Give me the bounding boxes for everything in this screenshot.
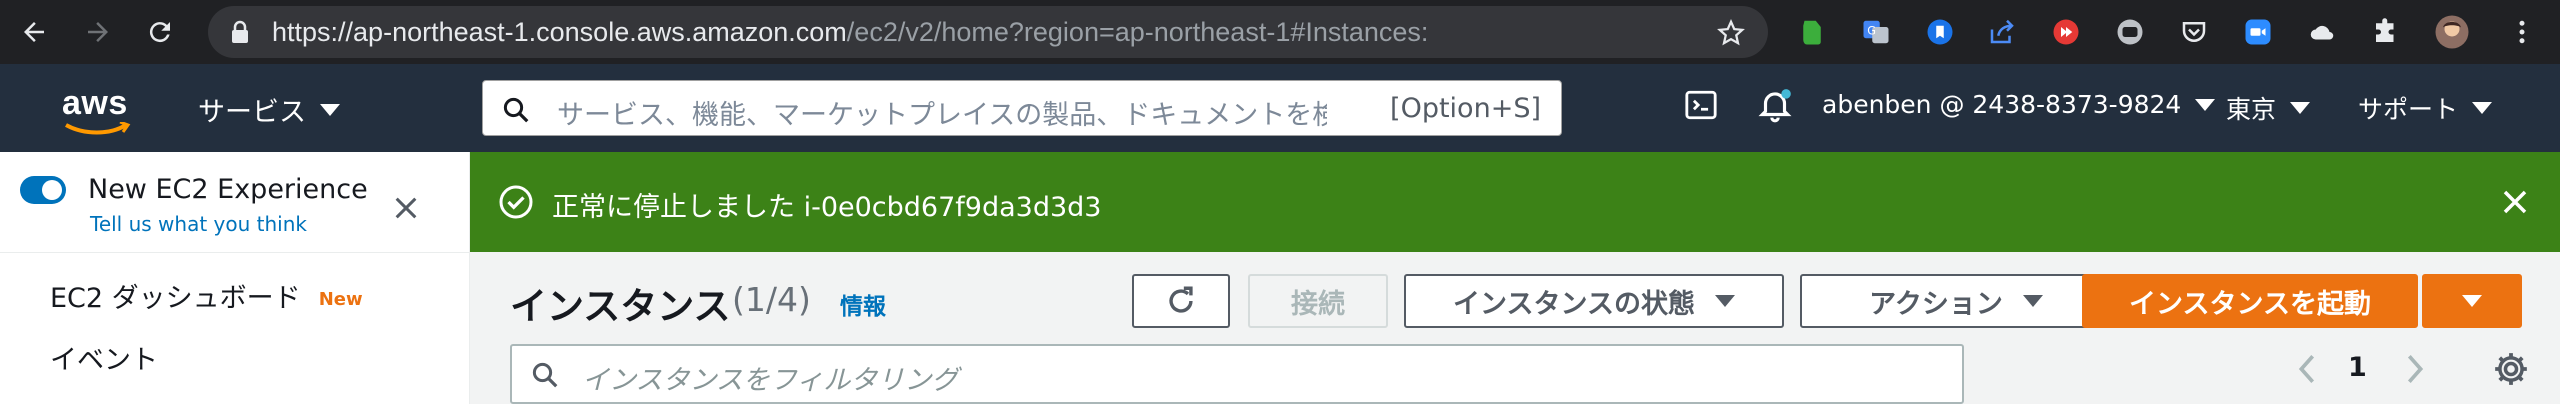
new-experience-toggle[interactable] <box>20 176 66 204</box>
launch-instance-label: インスタンスを起動 <box>2129 288 2371 320</box>
instance-filter-input[interactable]: インスタンスをフィルタリング <box>510 344 1964 404</box>
launch-options-dropdown[interactable] <box>2422 274 2522 328</box>
filter-placeholder: インスタンスをフィルタリング <box>582 365 959 396</box>
launch-instance-button[interactable]: インスタンスを起動 <box>2082 274 2418 328</box>
console-search[interactable]: サービス、機能、マーケットプレイスの製品、ドキュメントを検索 [Option+S… <box>482 80 1562 136</box>
search-icon <box>530 360 560 394</box>
toggle-knob <box>42 180 62 200</box>
search-icon <box>501 95 531 129</box>
caret-down-icon <box>2022 295 2043 307</box>
profile-avatar-icon[interactable] <box>2434 14 2470 50</box>
bookmark-extension-icon[interactable] <box>1922 14 1958 50</box>
settings-gear-icon[interactable] <box>2492 350 2530 395</box>
new-badge: New <box>318 289 363 310</box>
region-label: 東京 <box>2226 95 2277 124</box>
back-icon[interactable] <box>16 14 52 50</box>
zoom-extension-icon[interactable] <box>2240 14 2276 50</box>
sidebar-item-label: EC2 ダッシュボード <box>50 283 301 314</box>
actions-button[interactable]: アクション <box>1800 274 2112 328</box>
caret-down-icon <box>320 103 340 116</box>
account-menu[interactable]: abenben @ 2438-8373-9824 <box>1822 90 2216 119</box>
success-check-icon <box>498 184 534 224</box>
feedback-link[interactable]: Tell us what you think <box>90 212 307 236</box>
browser-toolbar: https://ap-northeast-1.console.aws.amazo… <box>0 0 2560 64</box>
video-extension-icon[interactable] <box>2048 14 2084 50</box>
caret-down-icon <box>2462 295 2482 307</box>
cloudshell-icon[interactable] <box>1684 88 1718 122</box>
translate-icon[interactable]: G <box>1858 14 1894 50</box>
next-page-icon[interactable] <box>2402 352 2428 393</box>
connect-label: 接続 <box>1291 288 1345 320</box>
sidebar-item-events[interactable]: イベント <box>50 338 158 377</box>
instance-state-button[interactable]: インスタンスの状態 <box>1404 274 1784 328</box>
connect-button[interactable]: 接続 <box>1248 274 1388 328</box>
new-experience-label: New EC2 Experience <box>88 174 368 205</box>
refresh-icon <box>1169 286 1193 313</box>
caret-down-icon <box>1714 295 1735 307</box>
browser-menu-icon[interactable] <box>2504 14 2540 50</box>
caret-down-icon <box>2290 102 2311 114</box>
account-label: abenben @ 2438-8373-9824 <box>1822 90 2182 119</box>
support-label: サポート <box>2358 95 2459 124</box>
line-extension-icon[interactable] <box>2112 14 2148 50</box>
services-menu[interactable]: サービス <box>198 90 340 129</box>
sidebar-item-label: イベント <box>50 345 158 376</box>
instances-panel: インスタンス (1/4) 情報 接続 インスタンスの状態 アクション インスタン… <box>470 252 2560 404</box>
lock-icon <box>230 20 250 48</box>
notifications-bell-icon[interactable] <box>1756 86 1794 124</box>
success-flash-banner: 正常に停止しました i-0e0cbd67f9da3d3d3 <box>470 152 2560 252</box>
sidebar-item-ec2-dashboard[interactable]: EC2 ダッシュボード New <box>50 276 363 315</box>
caret-down-icon <box>2472 102 2493 114</box>
flash-message: 正常に停止しました i-0e0cbd67f9da3d3d3 <box>552 192 1102 223</box>
evernote-icon[interactable] <box>1794 14 1830 50</box>
url-text: https://ap-northeast-1.console.aws.amazo… <box>272 17 1429 47</box>
cloud-icon[interactable] <box>2304 14 2340 50</box>
services-label: サービス <box>198 97 306 128</box>
page-number[interactable]: 1 <box>2348 352 2367 383</box>
refresh-button[interactable] <box>1132 274 1230 328</box>
search-shortcut: [Option+S] <box>1390 93 1541 124</box>
support-menu[interactable]: サポート <box>2358 90 2493 126</box>
share-icon[interactable] <box>1984 14 2020 50</box>
close-sidebar-icon[interactable] <box>392 194 420 226</box>
page-title: インスタンス <box>510 285 731 328</box>
search-placeholder: サービス、機能、マーケットプレイスの製品、ドキュメントを検索 <box>557 100 1327 131</box>
address-bar[interactable]: https://ap-northeast-1.console.aws.amazo… <box>208 6 1768 58</box>
forward-icon[interactable] <box>80 14 116 50</box>
info-link[interactable]: 情報 <box>840 287 886 321</box>
previous-page-icon[interactable] <box>2294 352 2320 393</box>
sidebar: New EC2 Experience Tell us what you thin… <box>0 152 470 404</box>
extensions-puzzle-icon[interactable] <box>2368 14 2404 50</box>
sidebar-divider <box>0 252 470 253</box>
svg-text:G: G <box>1867 25 1876 38</box>
aws-logo[interactable]: aws <box>62 84 131 135</box>
pocket-icon[interactable] <box>2176 14 2212 50</box>
actions-label: アクション <box>1869 288 2003 320</box>
aws-console-nav: aws サービス サービス、機能、マーケットプレイスの製品、ドキュメントを検索 … <box>0 64 2560 152</box>
instance-state-label: インスタンスの状態 <box>1453 288 1695 320</box>
bookmark-star-icon[interactable] <box>1716 18 1746 52</box>
reload-icon[interactable] <box>142 14 178 50</box>
caret-down-icon <box>2195 98 2216 111</box>
region-menu[interactable]: 東京 <box>2226 90 2311 126</box>
instance-count: (1/4) <box>732 280 811 319</box>
dismiss-flash-icon[interactable] <box>2500 187 2530 221</box>
